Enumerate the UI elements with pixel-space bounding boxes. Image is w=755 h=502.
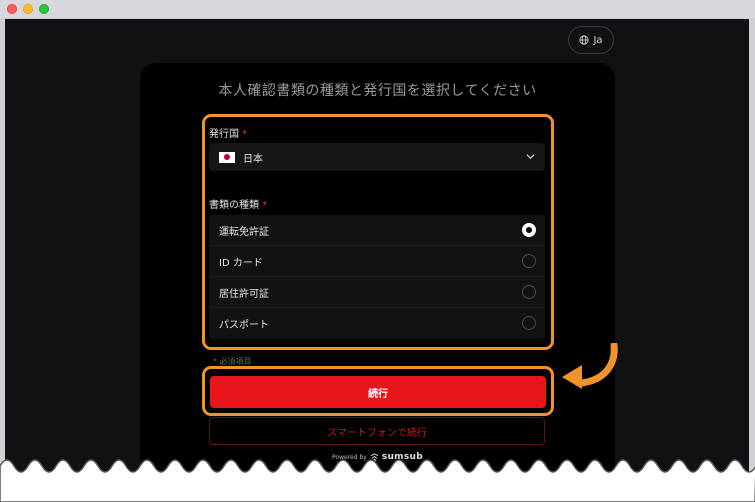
close-window-button[interactable]: [7, 4, 17, 14]
id-document-card: 本人確認書類の種類と発行国を選択してください 発行国 * 日本 書類の種類 * …: [140, 63, 615, 502]
radio-unchecked-icon[interactable]: [522, 316, 536, 330]
language-label: Ja: [593, 34, 603, 46]
document-type-label-text: 書類の種類: [209, 200, 259, 211]
document-type-label: 書類の種類 *: [209, 196, 267, 211]
chevron-down-icon: [526, 154, 535, 160]
torn-edge-decoration: [0, 459, 755, 502]
language-button[interactable]: Ja: [568, 26, 614, 54]
option-label: 居住許可証: [219, 288, 269, 300]
continue-button[interactable]: 続行: [210, 376, 546, 408]
option-label: 運転免許証: [219, 226, 269, 238]
document-type-list: 運転免許証 ID カード 居住許可証 パスポート: [209, 215, 545, 339]
country-label: 発行国 *: [209, 125, 247, 140]
radio-unchecked-icon[interactable]: [522, 254, 536, 268]
option-label: ID カード: [219, 257, 263, 269]
required-mark: *: [262, 200, 268, 211]
country-label-text: 発行国: [209, 129, 239, 140]
required-mark: *: [242, 129, 248, 140]
document-option-passport[interactable]: パスポート: [209, 308, 545, 339]
radio-checked-icon[interactable]: [522, 223, 536, 237]
minimize-window-button[interactable]: [23, 4, 33, 14]
document-option-residence-permit[interactable]: 居住許可証: [209, 277, 545, 308]
document-option-id-card[interactable]: ID カード: [209, 246, 545, 277]
continue-on-phone-button[interactable]: スマートフォンで続行: [209, 417, 545, 445]
pointer-arrow-icon: [562, 343, 618, 389]
radio-unchecked-icon[interactable]: [522, 285, 536, 299]
page-content: Ja 本人確認書類の種類と発行国を選択してください 発行国 * 日本 書類の種類…: [5, 19, 749, 502]
document-option-drivers-license[interactable]: 運転免許証: [209, 215, 545, 246]
japan-flag-icon: [219, 151, 235, 163]
maximize-window-button[interactable]: [39, 4, 49, 14]
title-bar: [0, 0, 755, 18]
app-window: Ja 本人確認書類の種類と発行国を選択してください 発行国 * 日本 書類の種類…: [0, 0, 755, 502]
country-select[interactable]: 日本: [209, 143, 545, 171]
selected-country: 日本: [243, 153, 263, 165]
page-title: 本人確認書類の種類と発行国を選択してください: [218, 83, 537, 99]
option-label: パスポート: [219, 320, 269, 331]
globe-icon: [579, 35, 590, 45]
